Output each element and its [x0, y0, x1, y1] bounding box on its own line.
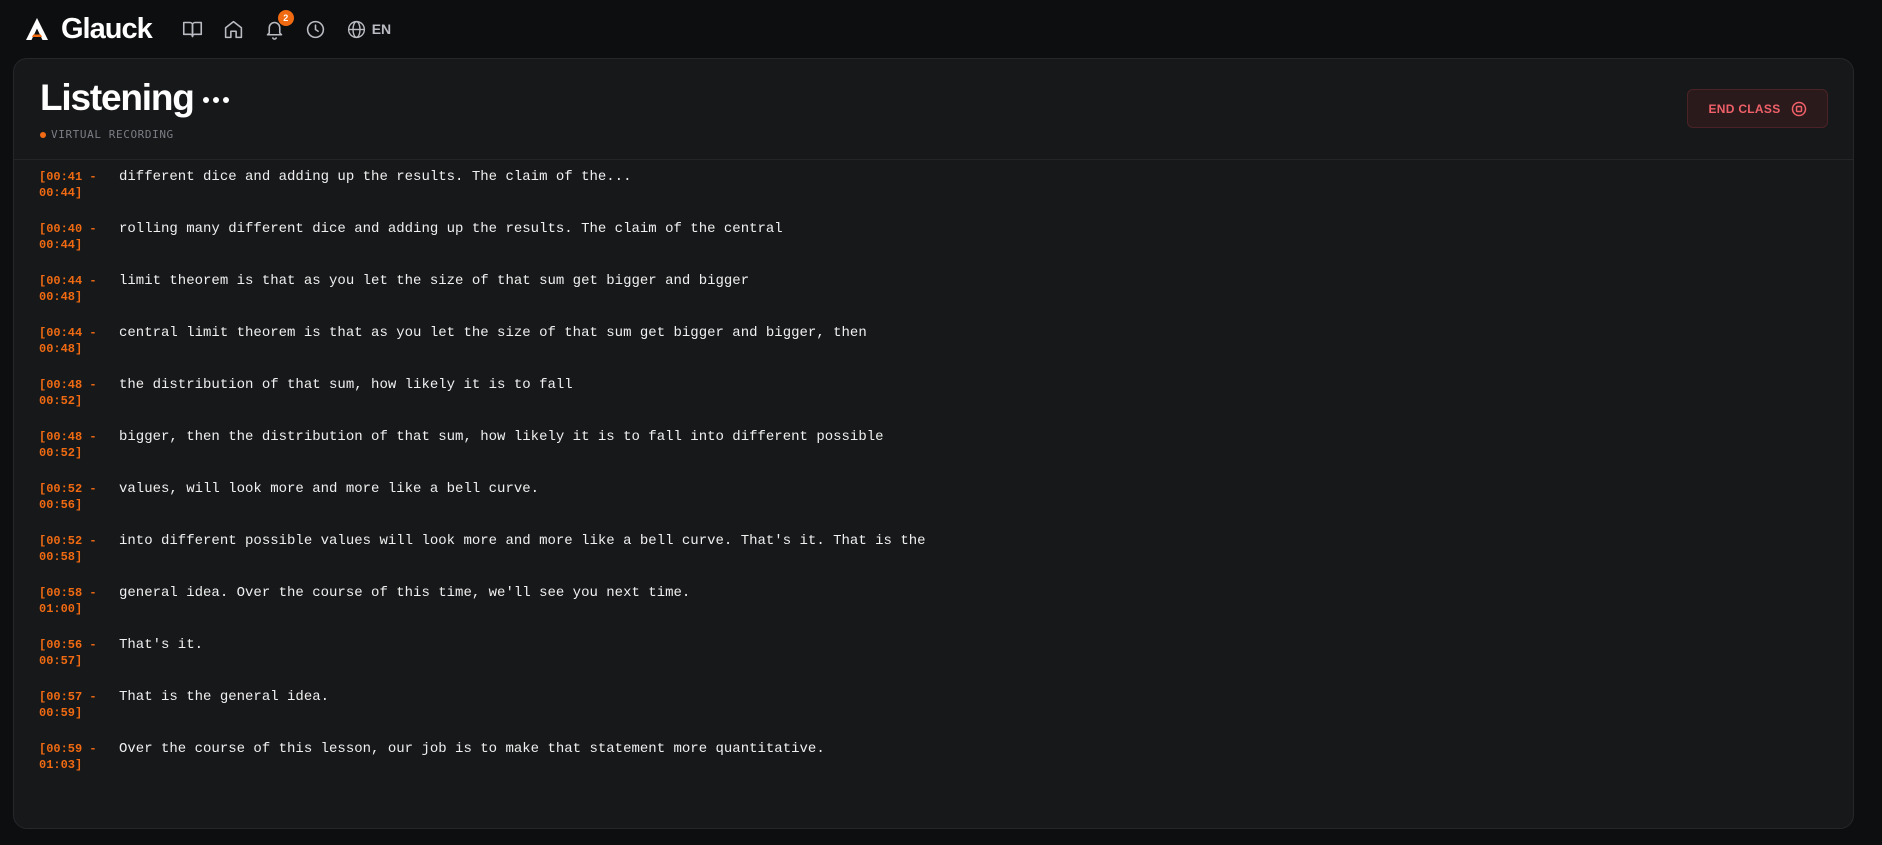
recording-label: VIRTUAL RECORDING [51, 128, 174, 141]
timestamp: [00:52 - 00:56] [39, 481, 109, 513]
timestamp: [00:59 - 01:03] [39, 741, 109, 773]
transcript-text: the distribution of that sum, how likely… [119, 377, 573, 393]
recording-status: VIRTUAL RECORDING [40, 128, 174, 141]
timestamp-end: 00:52] [39, 446, 83, 460]
timestamp-start: [00:57 - [39, 690, 97, 704]
top-bar: Glauck 2 EN [0, 0, 1882, 58]
globe-icon [347, 20, 365, 38]
timestamp: [00:41 - 00:44] [39, 169, 109, 201]
transcript-line: [00:44 - 00:48] central limit theorem is t… [39, 325, 1819, 377]
logo[interactable]: Glauck [25, 12, 153, 46]
title-row: Listening [40, 77, 233, 119]
recording-dot-icon [40, 131, 46, 138]
transcript-text: different dice and adding up the results… [119, 169, 632, 185]
book-icon[interactable] [182, 18, 204, 40]
timestamp: [00:44 - 00:48] [39, 273, 109, 305]
notification-badge: 2 [277, 10, 294, 26]
timestamp-start: [00:58 - [39, 586, 97, 600]
nav-icons: 2 EN [182, 10, 391, 40]
timestamp: [00:44 - 00:48] [39, 325, 109, 357]
timestamp-end: 01:00] [39, 602, 83, 616]
logo-mark-icon [26, 18, 48, 40]
transcript-line: [00:48 - 00:52] the distribution of that s… [39, 377, 1819, 429]
timestamp-start: [00:59 - [39, 742, 97, 756]
timestamp-start: [00:56 - [39, 638, 97, 652]
timestamp: [00:58 - 01:00] [39, 585, 109, 617]
timestamp-start: [00:41 - [39, 170, 97, 184]
transcript-line: [00:52 - 00:56] values, will look more and… [39, 481, 1819, 533]
transcript-line: [00:52 - 00:58] into different possible va… [39, 533, 1819, 585]
language-selector[interactable]: EN [346, 19, 391, 40]
transcript-text: limit theorem is that as you let the siz… [119, 273, 750, 289]
home-icon[interactable] [223, 18, 245, 40]
timestamp-end: 01:03] [39, 758, 83, 772]
timestamp: [00:40 - 00:44] [39, 221, 109, 253]
timestamp-end: 00:48] [39, 342, 83, 356]
language-label: EN [371, 21, 392, 37]
timestamp-end: 00:58] [39, 550, 83, 564]
transcript-line: [00:57 - 00:59] That is the general idea. [39, 689, 1819, 741]
timestamp-end: 00:44] [39, 238, 83, 252]
transcript-line: [00:44 - 00:48] limit theorem is that as y… [39, 273, 1819, 325]
timestamp-start: [00:40 - [39, 222, 97, 236]
panel-header: Listening VIRTUAL RECORDING END CLASS [14, 59, 1853, 160]
timestamp: [00:52 - 00:58] [39, 533, 109, 565]
stop-icon [1791, 101, 1806, 116]
timestamp-end: 00:48] [39, 290, 83, 304]
timestamp-end: 00:52] [39, 394, 83, 408]
clock-icon[interactable] [305, 18, 327, 40]
listening-dots-icon [202, 97, 233, 103]
page-title: Listening [40, 77, 195, 118]
transcript-text: That's it. [119, 637, 204, 653]
timestamp: [00:48 - 00:52] [39, 377, 109, 409]
timestamp-start: [00:44 - [39, 274, 97, 288]
timestamp: [00:57 - 00:59] [39, 689, 109, 721]
end-class-label: END CLASS [1708, 101, 1781, 116]
transcript-text: central limit theorem is that as you let… [119, 325, 867, 341]
transcript-line: [00:41 - 00:44] different dice and adding … [39, 169, 1819, 221]
timestamp-start: [00:44 - [39, 326, 97, 340]
transcript-line: [00:56 - 00:57] That's it. [39, 637, 1819, 689]
timestamp-start: [00:52 - [39, 534, 97, 548]
transcript-text: Over the course of this lesson, our job … [119, 741, 825, 757]
transcript-text: rolling many different dice and adding u… [119, 221, 783, 237]
transcript-line: [00:40 - 00:44] rolling many different dic… [39, 221, 1819, 273]
transcript-line: [00:48 - 00:52] bigger, then the distribut… [39, 429, 1819, 481]
timestamp-end: 00:56] [39, 498, 83, 512]
transcript-text: That is the general idea. [119, 689, 330, 705]
timestamp: [00:48 - 00:52] [39, 429, 109, 461]
transcript-line: [00:59 - 01:03] Over the course of this le… [39, 741, 1819, 793]
timestamp-start: [00:52 - [39, 482, 97, 496]
transcript-line: [00:58 - 01:00] general idea. Over the cou… [39, 585, 1819, 637]
end-class-button[interactable]: END CLASS [1687, 89, 1828, 128]
timestamp-end: 00:57] [39, 654, 83, 668]
timestamp-start: [00:48 - [39, 378, 97, 392]
timestamp-end: 00:44] [39, 186, 83, 200]
app-name: Glauck [61, 12, 153, 45]
transcript-text: into different possible values will look… [119, 533, 926, 549]
transcript-text: bigger, then the distribution of that su… [119, 429, 884, 445]
transcript-text: general idea. Over the course of this ti… [119, 585, 691, 601]
transcript-text: values, will look more and more like a b… [119, 481, 540, 497]
timestamp-start: [00:48 - [39, 430, 97, 444]
timestamp-end: 00:59] [39, 706, 83, 720]
transcript-list: [00:41 - 00:44] different dice and adding … [39, 169, 1819, 793]
timestamp: [00:56 - 00:57] [39, 637, 109, 669]
bell-icon[interactable]: 2 [264, 10, 294, 40]
listening-panel: Listening VIRTUAL RECORDING END CLASS [0… [13, 58, 1854, 829]
